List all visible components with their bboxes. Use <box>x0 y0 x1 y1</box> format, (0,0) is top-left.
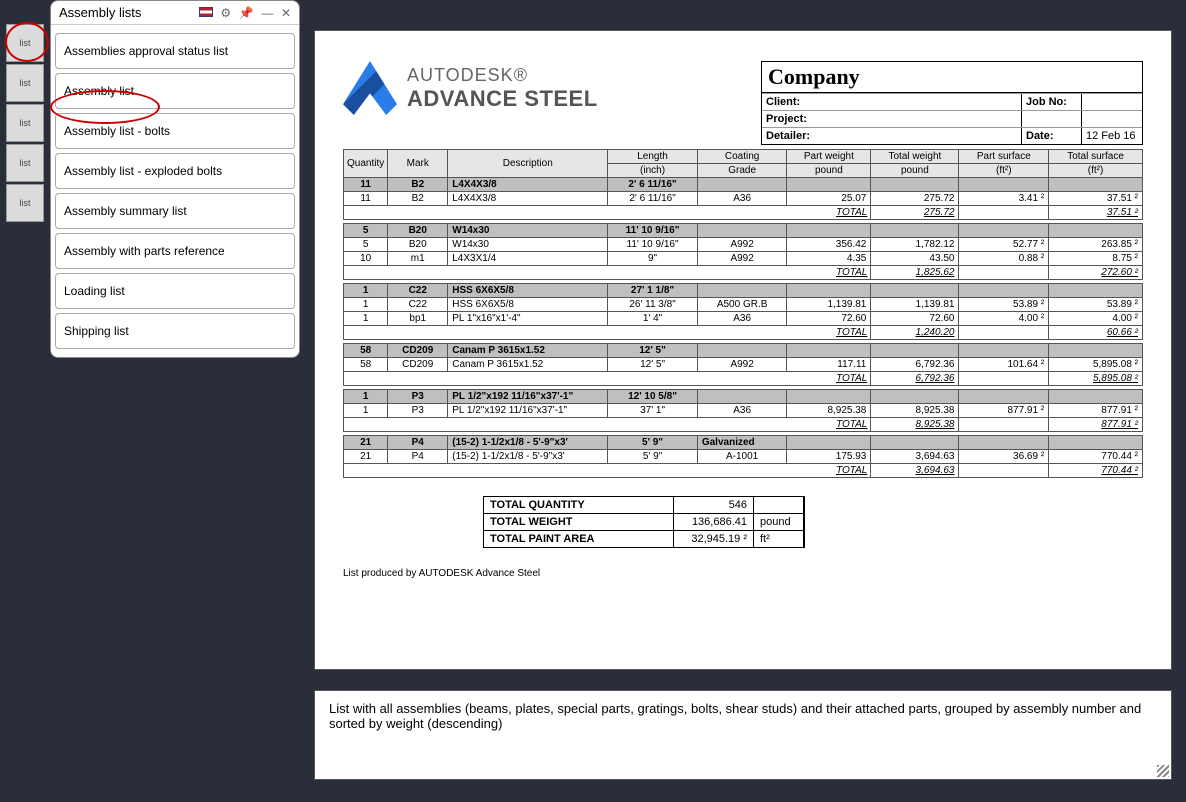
description-box: List with all assemblies (beams, plates,… <box>314 690 1172 780</box>
unit-ps: (ft²) <box>959 164 1049 178</box>
close-icon[interactable]: ✕ <box>281 6 291 20</box>
resize-grip[interactable] <box>1157 765 1169 777</box>
table-total-row: TOTAL8,925.38877.91 ² <box>344 418 1143 432</box>
total-qty-value: 546 <box>674 497 754 513</box>
col-ps: Part surface <box>959 150 1049 164</box>
brand-logo-block: AUTODESK® ADVANCE STEEL <box>343 61 598 115</box>
table-group-head: 11B2L4X4X3/82' 6 11/16" <box>344 178 1143 192</box>
report-footnote: List produced by AUTODESK Advance Steel <box>343 568 1143 579</box>
col-mark: Mark <box>388 150 448 178</box>
table-group-head: 21P4(15-2) 1-1/2x1/8 - 5'-9"x3'5' 9"Galv… <box>344 436 1143 450</box>
col-tw: Total weight <box>871 150 959 164</box>
unit-len: (inch) <box>608 164 698 178</box>
table-total-row: TOTAL6,792.365,895.08 ² <box>344 372 1143 386</box>
table-total-row: TOTAL3,694.63770.44 ² <box>344 464 1143 478</box>
table-row: 1bp1PL 1"x16"x1'-4"1' 4"A3672.6072.604.0… <box>344 312 1143 326</box>
list-item-3[interactable]: Assembly list - exploded bolts <box>55 153 295 189</box>
company-info-box: Company Client: Job No: Project: Detaile… <box>761 61 1143 145</box>
table-row: 5B20W14x3011' 10 9/16"A992356.421,782.12… <box>344 238 1143 252</box>
date-value: 12 Feb 16 <box>1082 128 1142 144</box>
sidebar-icon-1[interactable]: list <box>6 24 44 62</box>
unit-pw: pound <box>787 164 871 178</box>
total-wt-value: 136,686.41 <box>674 513 754 530</box>
table-row: 11B2L4X4X3/82' 6 11/16"A3625.07275.723.4… <box>344 192 1143 206</box>
table-row: 10m1L4X3X1/49"A9924.3543.500.88 ²8.75 ² <box>344 252 1143 266</box>
col-pw: Part weight <box>787 150 871 164</box>
sidebar-icon-2[interactable]: list <box>6 64 44 102</box>
col-desc: Description <box>448 150 608 178</box>
table-group-head: 58CD209Canam P 3615x1.5212' 5" <box>344 344 1143 358</box>
assembly-lists-panel: Assembly lists ⚙ 📌 — ✕ Assemblies approv… <box>50 0 300 358</box>
sidebar-icon-3[interactable]: list <box>6 104 44 142</box>
jobno-label: Job No: <box>1022 94 1082 110</box>
list-item-0[interactable]: Assemblies approval status list <box>55 33 295 69</box>
table-total-row: TOTAL275.7237.51 ² <box>344 206 1143 220</box>
company-title: Company <box>762 62 1142 93</box>
minimize-icon[interactable]: — <box>261 6 273 20</box>
list-item-7[interactable]: Shipping list <box>55 313 295 349</box>
autodesk-logo-icon <box>343 61 397 115</box>
col-ts: Total surface <box>1049 150 1143 164</box>
unit-tw: pound <box>871 164 959 178</box>
table-row: 58CD209Canam P 3615x1.5212' 5"A992117.11… <box>344 358 1143 372</box>
gear-icon[interactable]: ⚙ <box>220 6 231 20</box>
brand-line2: ADVANCE STEEL <box>407 86 598 112</box>
jobno-value <box>1082 94 1142 110</box>
report-preview: AUTODESK® ADVANCE STEEL Company Client: … <box>314 30 1172 670</box>
brand-line1: AUTODESK® <box>407 65 598 86</box>
list-items-container: Assemblies approval status list Assembly … <box>51 25 299 357</box>
unit-ts: (ft²) <box>1049 164 1143 178</box>
list-item-4[interactable]: Assembly summary list <box>55 193 295 229</box>
sidebar-icon-4[interactable]: list <box>6 144 44 182</box>
pin-icon[interactable]: 📌 <box>239 6 254 20</box>
table-total-row: TOTAL1,825.62272.60 ² <box>344 266 1143 280</box>
table-group-head: 1C22HSS 6X6X5/827' 1 1/8" <box>344 284 1143 298</box>
list-item-2[interactable]: Assembly list - bolts <box>55 113 295 149</box>
sidebar-icon-5[interactable]: list <box>6 184 44 222</box>
detailer-label: Detailer: <box>762 128 1022 144</box>
col-qty: Quantity <box>344 150 388 178</box>
list-item-5[interactable]: Assembly with parts reference <box>55 233 295 269</box>
unit-coat: Grade <box>697 164 787 178</box>
project-label: Project: <box>762 111 1022 127</box>
total-pa-label: TOTAL PAINT AREA <box>484 530 674 547</box>
description-text: List with all assemblies (beams, plates,… <box>329 701 1141 731</box>
col-coat: Coating <box>697 150 787 164</box>
list-item-1[interactable]: Assembly list <box>55 73 295 109</box>
total-wt-label: TOTAL WEIGHT <box>484 513 674 530</box>
total-pa-unit: ft² <box>754 530 804 547</box>
total-wt-unit: pound <box>754 513 804 530</box>
table-group-head: 1P3PL 1/2"x192 11/16"x37'-1"12' 10 5/8" <box>344 390 1143 404</box>
total-qty-label: TOTAL QUANTITY <box>484 497 674 513</box>
col-len: Length <box>608 150 698 164</box>
panel-title: Assembly lists <box>59 5 195 20</box>
panel-header: Assembly lists ⚙ 📌 — ✕ <box>51 1 299 25</box>
list-item-6[interactable]: Loading list <box>55 273 295 309</box>
flag-icon[interactable] <box>199 7 213 17</box>
total-pa-value: 32,945.19 ² <box>674 530 754 547</box>
table-row: 1C22HSS 6X6X5/826' 11 3/8"A500 GR.B1,139… <box>344 298 1143 312</box>
table-row: 1P3PL 1/2"x192 11/16"x37'-1"37' 1"A368,9… <box>344 404 1143 418</box>
table-row: 21P4(15-2) 1-1/2x1/8 - 5'-9"x3'5' 9"A-10… <box>344 450 1143 464</box>
table-group-head: 5B20W14x3011' 10 9/16" <box>344 224 1143 238</box>
sidebar-icon-strip: list list list list list <box>6 24 48 224</box>
table-total-row: TOTAL1,240.2060.66 ² <box>344 326 1143 340</box>
date-label: Date: <box>1022 128 1082 144</box>
client-label: Client: <box>762 94 1022 110</box>
assembly-data-table: Quantity Mark Description Length Coating… <box>343 149 1143 482</box>
summary-box: TOTAL QUANTITY 546 TOTAL WEIGHT 136,686.… <box>483 496 805 548</box>
